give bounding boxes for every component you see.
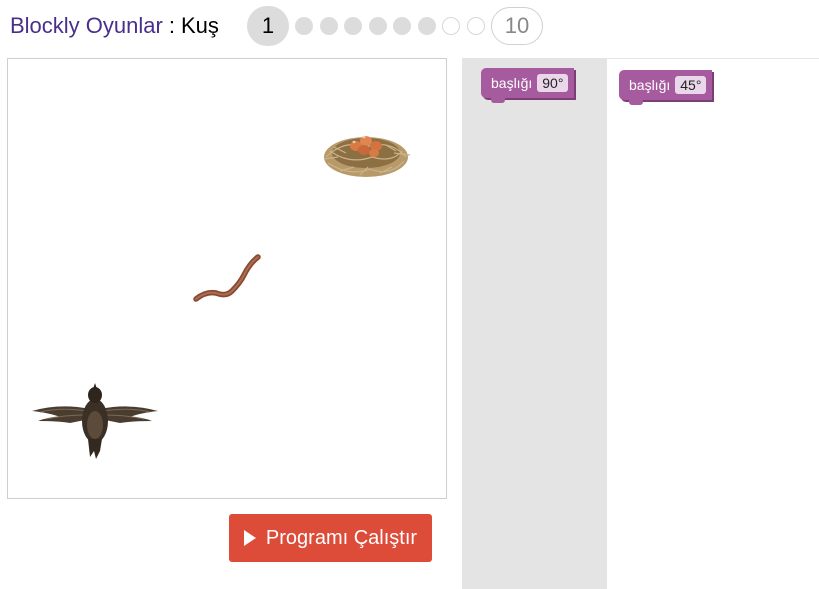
- level-name: Kuş: [180, 13, 219, 38]
- block-label: başlığı: [491, 75, 533, 91]
- worm-icon: [193, 254, 261, 302]
- toolbox-heading-block[interactable]: başlığı 90°: [481, 68, 575, 103]
- run-program-button[interactable]: Programı Çalıştır: [229, 514, 432, 562]
- level-dot-5[interactable]: [368, 17, 387, 35]
- level-dot-3[interactable]: [319, 17, 338, 35]
- level-progress: 1 10: [247, 6, 543, 46]
- angle-field[interactable]: 90°: [537, 74, 569, 92]
- play-icon: [243, 530, 256, 546]
- page: Blockly Oyunlar : Kuş 1 10 Programı Çalı…: [0, 0, 819, 589]
- title-separator: :: [168, 13, 175, 38]
- blockly-workspace[interactable]: başlığı 45°: [607, 58, 819, 589]
- blockly-toolbox: başlığı 90°: [462, 58, 607, 589]
- level-dot-6[interactable]: [393, 17, 411, 35]
- angle-field[interactable]: 45°: [675, 76, 707, 94]
- bird-icon: [32, 383, 158, 459]
- nest-icon: [323, 135, 411, 177]
- game-visualization: [7, 58, 447, 499]
- level-current-button[interactable]: 1: [247, 6, 289, 46]
- level-last-button[interactable]: 10: [491, 7, 543, 45]
- level-dot-9[interactable]: [466, 17, 485, 35]
- level-dot-8[interactable]: [442, 17, 460, 35]
- level-dot-7[interactable]: [417, 17, 436, 35]
- block-label: başlığı: [629, 77, 671, 93]
- app-title-link[interactable]: Blockly Oyunlar: [10, 13, 163, 39]
- workspace-heading-block[interactable]: başlığı 45°: [619, 70, 713, 105]
- level-dot-2[interactable]: [295, 17, 313, 35]
- run-program-label: Programı Çalıştır: [265, 526, 418, 549]
- level-dot-4[interactable]: [344, 17, 362, 35]
- header: Blockly Oyunlar : Kuş: [10, 6, 219, 46]
